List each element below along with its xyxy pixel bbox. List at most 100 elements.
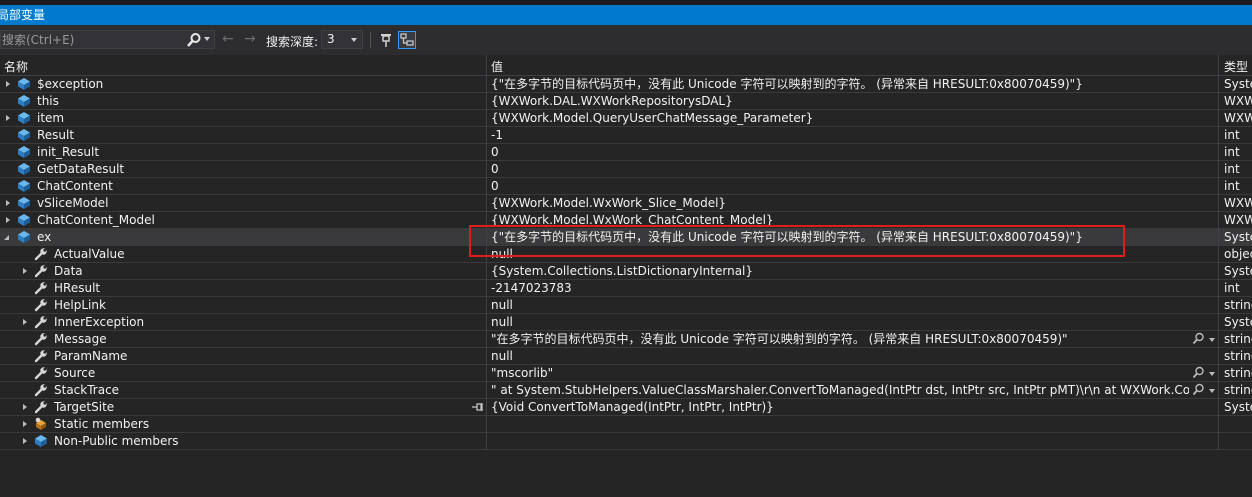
expand-arrow-icon[interactable] bbox=[23, 438, 27, 444]
pin-icon[interactable] bbox=[470, 400, 484, 414]
expand-arrow-icon[interactable] bbox=[6, 81, 10, 87]
name-cell[interactable]: this bbox=[0, 93, 486, 109]
column-resize-handle[interactable] bbox=[486, 55, 487, 76]
table-row[interactable]: Non-Public members bbox=[0, 433, 1252, 450]
value-cell[interactable]: -1 bbox=[491, 127, 1189, 143]
search-depth-dropdown[interactable]: 3 bbox=[321, 30, 363, 49]
visualizer-chevron-down-icon[interactable] bbox=[1209, 389, 1215, 393]
value-cell[interactable]: 0 bbox=[491, 144, 1189, 160]
value-cell[interactable]: null bbox=[491, 297, 1189, 313]
hierarchy-view-toggle-button[interactable] bbox=[398, 31, 416, 49]
visualizer-magnifier-icon[interactable] bbox=[1192, 332, 1205, 345]
tool-window-title-bar[interactable]: 局部变量 bbox=[0, 5, 1252, 25]
table-row[interactable]: ex {"在多字节的目标代码页中，没有此 Unicode 字符可以映射到的字符。 … bbox=[0, 229, 1252, 246]
search-options-chevron-down-icon[interactable] bbox=[204, 37, 210, 41]
search-icon[interactable] bbox=[186, 32, 202, 48]
table-row[interactable]: $exception {"在多字节的目标代码页中，没有此 Unicode 字符可以… bbox=[0, 76, 1252, 93]
name-cell[interactable]: GetDataResult bbox=[0, 161, 486, 177]
expand-arrow-icon[interactable] bbox=[23, 404, 27, 410]
name-cell[interactable]: Non-Public members bbox=[0, 433, 486, 449]
column-resize-handle[interactable] bbox=[1218, 55, 1219, 76]
value-cell[interactable]: null bbox=[491, 348, 1189, 364]
name-cell[interactable]: init_Result bbox=[0, 144, 486, 160]
table-row[interactable]: HResult -2147023783 int bbox=[0, 280, 1252, 297]
name-cell[interactable]: Static members bbox=[0, 416, 486, 432]
name-cell[interactable]: ActualValue bbox=[0, 246, 486, 262]
value-cell[interactable]: {WXWork.Model.WxWork_Slice_Model} bbox=[491, 195, 1189, 211]
value-cell[interactable]: {"在多字节的目标代码页中，没有此 Unicode 字符可以映射到的字符。 (异… bbox=[491, 229, 1189, 245]
name-cell[interactable]: Result bbox=[0, 127, 486, 143]
column-header-name[interactable]: 名称 bbox=[4, 58, 28, 75]
table-row[interactable]: GetDataResult 0 int bbox=[0, 161, 1252, 178]
expanded-arrow-icon[interactable] bbox=[4, 235, 9, 240]
name-cell[interactable]: ex bbox=[0, 229, 486, 245]
value-cell[interactable]: "在多字节的目标代码页中，没有此 Unicode 字符可以映射到的字符。 (异常… bbox=[491, 331, 1189, 347]
name-cell[interactable]: Data bbox=[0, 263, 486, 279]
variable-name: Non-Public members bbox=[54, 434, 179, 448]
table-row[interactable]: TargetSite {Void ConvertToManaged(IntPtr,… bbox=[0, 399, 1252, 416]
value-cell[interactable]: " at System.StubHelpers.ValueClassMarsha… bbox=[491, 382, 1189, 398]
column-header-type[interactable]: 类型 bbox=[1224, 58, 1248, 75]
expand-arrow-icon[interactable] bbox=[23, 268, 27, 274]
search-input[interactable] bbox=[1, 31, 182, 48]
table-row[interactable]: item {WXWork.Model.QueryUserChatMessage_P… bbox=[0, 110, 1252, 127]
expand-arrow-icon[interactable] bbox=[6, 200, 10, 206]
search-forward-arrow-icon[interactable]: → bbox=[244, 32, 260, 48]
value-cell[interactable]: "mscorlib" bbox=[491, 365, 1189, 381]
pin-filter-icon[interactable] bbox=[377, 31, 395, 49]
table-row[interactable]: vSliceModel {WXWork.Model.WxWork_Slice_Mo… bbox=[0, 195, 1252, 212]
value-cell[interactable]: 0 bbox=[491, 178, 1189, 194]
search-back-arrow-icon[interactable]: ← bbox=[222, 32, 238, 48]
value-cell[interactable]: {"在多字节的目标代码页中，没有此 Unicode 字符可以映射到的字符。 (异… bbox=[491, 76, 1189, 92]
name-cell[interactable]: InnerException bbox=[0, 314, 486, 330]
visualizer-magnifier-icon[interactable] bbox=[1192, 366, 1205, 379]
table-row[interactable]: ActualValue null objec bbox=[0, 246, 1252, 263]
table-row[interactable]: HelpLink null string bbox=[0, 297, 1252, 314]
search-box[interactable] bbox=[0, 30, 215, 49]
table-row[interactable]: Message "在多字节的目标代码页中，没有此 Unicode 字符可以映射到的… bbox=[0, 331, 1252, 348]
value-cell[interactable]: {WXWork.Model.WxWork_ChatContent_Model} bbox=[491, 212, 1189, 228]
visualizer-chevron-down-icon[interactable] bbox=[1209, 372, 1215, 376]
value-cell[interactable]: {System.Collections.ListDictionaryIntern… bbox=[491, 263, 1189, 279]
value-cell[interactable] bbox=[491, 433, 1189, 449]
table-row[interactable]: ChatContent 0 int bbox=[0, 178, 1252, 195]
name-cell[interactable]: $exception bbox=[0, 76, 486, 92]
expand-arrow-icon[interactable] bbox=[23, 421, 27, 427]
table-row[interactable]: this {WXWork.DAL.WXWorkRepositorysDAL} WXW bbox=[0, 93, 1252, 110]
table-row[interactable]: Static members bbox=[0, 416, 1252, 433]
expand-arrow-icon[interactable] bbox=[6, 217, 10, 223]
visualizer-magnifier-icon[interactable] bbox=[1192, 383, 1205, 396]
column-header-value[interactable]: 值 bbox=[491, 58, 503, 75]
value-cell[interactable]: {Void ConvertToManaged(IntPtr, IntPtr, I… bbox=[491, 399, 1189, 415]
value-cell[interactable]: null bbox=[491, 314, 1189, 330]
table-row[interactable]: Source "mscorlib" string bbox=[0, 365, 1252, 382]
name-cell[interactable]: TargetSite bbox=[0, 399, 486, 415]
value-cell[interactable]: null bbox=[491, 246, 1189, 262]
value-cell[interactable]: {WXWork.Model.QueryUserChatMessage_Param… bbox=[491, 110, 1189, 126]
table-row[interactable]: InnerException null Syste bbox=[0, 314, 1252, 331]
table-row[interactable]: Data {System.Collections.ListDictionaryIn… bbox=[0, 263, 1252, 280]
name-cell[interactable]: vSliceModel bbox=[0, 195, 486, 211]
name-cell[interactable]: ChatContent bbox=[0, 178, 486, 194]
value-cell[interactable]: 0 bbox=[491, 161, 1189, 177]
table-row[interactable]: StackTrace " at System.StubHelpers.ValueC… bbox=[0, 382, 1252, 399]
name-cell[interactable]: Message bbox=[0, 331, 486, 347]
name-cell[interactable]: item bbox=[0, 110, 486, 126]
expand-arrow-icon[interactable] bbox=[6, 115, 10, 121]
table-row[interactable]: ParamName null string bbox=[0, 348, 1252, 365]
name-cell[interactable]: HResult bbox=[0, 280, 486, 296]
variable-icon bbox=[35, 435, 47, 447]
value-cell[interactable]: -2147023783 bbox=[491, 280, 1189, 296]
name-cell[interactable]: StackTrace bbox=[0, 382, 486, 398]
value-cell[interactable] bbox=[491, 416, 1189, 432]
name-cell[interactable]: ParamName bbox=[0, 348, 486, 364]
visualizer-chevron-down-icon[interactable] bbox=[1209, 338, 1215, 342]
table-row[interactable]: init_Result 0 int bbox=[0, 144, 1252, 161]
name-cell[interactable]: HelpLink bbox=[0, 297, 486, 313]
name-cell[interactable]: Source bbox=[0, 365, 486, 381]
expand-arrow-icon[interactable] bbox=[23, 319, 27, 325]
table-row[interactable]: Result -1 int bbox=[0, 127, 1252, 144]
table-row[interactable]: ChatContent_Model {WXWork.Model.WxWork_Ch… bbox=[0, 212, 1252, 229]
name-cell[interactable]: ChatContent_Model bbox=[0, 212, 486, 228]
value-cell[interactable]: {WXWork.DAL.WXWorkRepositorysDAL} bbox=[491, 93, 1189, 109]
